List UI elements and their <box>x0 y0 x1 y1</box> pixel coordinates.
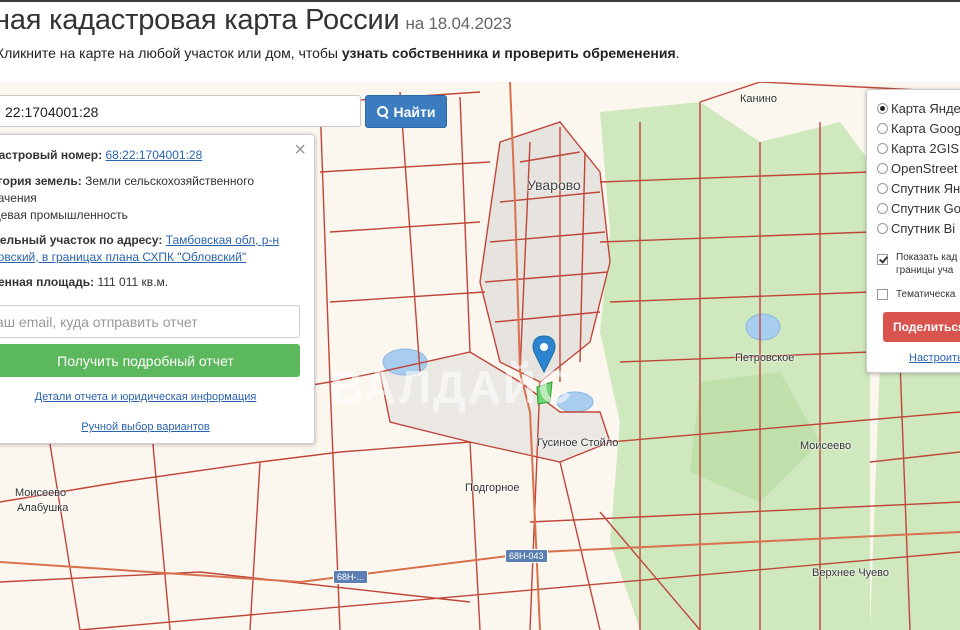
share-button[interactable]: Поделиться <box>883 312 960 342</box>
area-label: ченная площадь: <box>0 275 95 289</box>
place-petrovskoe: Петровское <box>735 352 795 364</box>
radio-icon <box>877 142 888 154</box>
subtitle-suffix: . <box>675 45 680 61</box>
page-title: ная кадастровая карта России на 18.04.202… <box>0 4 512 37</box>
subtitle-bold: узнать собственника и проверить обремене… <box>341 45 676 61</box>
layer-label: Карта 2GIS <box>891 140 960 156</box>
radio-icon <box>877 162 888 174</box>
place-alabushka: Алабушка <box>17 502 69 514</box>
layer-label: Карта Янде <box>891 100 960 116</box>
place-moiseevo-right: Моисеево <box>800 440 852 452</box>
show-borders-label: Показать кад границы уча <box>896 252 958 276</box>
place-moiseevo-left: Моисеево <box>15 487 67 499</box>
thematic-checkbox[interactable] <box>877 289 888 300</box>
layer-label: Спутник Bi <box>891 220 956 236</box>
radio-selected-icon <box>877 102 888 114</box>
address-row: мельный участок по адресу: Тамбовская об… <box>0 232 279 266</box>
parcel-info-panel: × дастровый номер: 68:22:1704001:28 егор… <box>0 134 315 444</box>
radio-icon <box>877 222 888 234</box>
category-value-3: щевая промышленность <box>0 208 128 222</box>
place-uvarovo: Уварово <box>527 177 581 193</box>
layer-label: Спутник Go <box>891 200 960 216</box>
report-details-link[interactable]: Детали отчета и юридическая информация <box>0 391 300 403</box>
radio-icon <box>877 182 888 194</box>
cadastral-number-row: дастровый номер: 68:22:1704001:28 <box>0 147 202 164</box>
layer-option-sat-bing[interactable]: Спутник Bi <box>877 219 955 237</box>
radio-icon <box>877 122 888 134</box>
find-button[interactable]: Найти <box>365 95 447 128</box>
page-subtitle: Кликните на карте на любой участок или д… <box>0 45 680 61</box>
category-label: егория земель: <box>0 174 82 188</box>
watermark: ВАЛДАЙС <box>330 361 574 413</box>
cadastral-number-link[interactable]: 68:22:1704001:28 <box>105 148 202 162</box>
subtitle-text: Кликните на карте на любой участок или д… <box>0 45 342 61</box>
road-badge-68n: 68Н-... <box>333 570 369 584</box>
get-report-button[interactable]: Получить подробный отчет <box>0 344 300 377</box>
manual-selection-link[interactable]: Ручной выбор вариантов <box>0 421 300 433</box>
layer-option-2gis[interactable]: Карта 2GIS <box>877 139 959 157</box>
thematic-label: Тематическа <box>896 289 956 300</box>
radio-icon <box>877 202 888 214</box>
category-value-2: начения <box>0 191 37 205</box>
layers-panel: Карта Янде Карта Goog Карта 2GIS OpenStr… <box>866 89 960 373</box>
configure-link[interactable]: Настроить <box>909 352 960 364</box>
layer-option-google[interactable]: Карта Goog <box>877 119 960 137</box>
address-link[interactable]: Тамбовская обл, р-н <box>166 233 279 247</box>
address-link-2[interactable]: ровский, в границах плана СХПК "Обловски… <box>0 250 246 264</box>
layer-option-yandex[interactable]: Карта Янде <box>877 99 960 117</box>
place-verhnee: Верхнее Чуево <box>812 567 889 579</box>
area-value: 111 011 кв.м. <box>97 275 169 289</box>
category-value: Земли сельскохозяйственного <box>85 174 255 188</box>
layer-option-sat-google[interactable]: Спутник Go <box>877 199 960 217</box>
land-category-row: егория земель: Земли сельскохозяйственно… <box>0 173 254 224</box>
email-field[interactable]: аш email, куда отправить отчет <box>0 305 300 338</box>
layer-label: Карта Goog <box>891 120 960 136</box>
road-badge-68n043: 68Н-043 <box>505 549 548 563</box>
layer-option-osm[interactable]: OpenStreet <box>877 159 958 177</box>
page-title-text: ная кадастровая карта России <box>0 4 400 36</box>
place-kanino: Канино <box>740 93 777 105</box>
page-title-date: на 18.04.2023 <box>405 14 512 33</box>
top-border <box>0 0 960 2</box>
show-borders-checkbox[interactable] <box>877 254 888 265</box>
layer-option-sat-yandex[interactable]: Спутник Ян <box>877 179 960 197</box>
layer-label: Спутник Ян <box>891 180 960 196</box>
place-gusinoe: Гусиное Стойло <box>537 437 619 449</box>
find-button-label: Найти <box>393 103 436 120</box>
search-icon <box>376 106 388 117</box>
place-podgornoe: Подгорное <box>465 482 520 494</box>
address-label: мельный участок по адресу: <box>0 233 163 247</box>
close-icon[interactable]: × <box>294 139 306 162</box>
area-row: ченная площадь: 111 011 кв.м. <box>0 274 168 291</box>
layer-label: OpenStreet <box>891 160 958 176</box>
cadastral-search-input[interactable]: 22:1704001:28 <box>0 95 361 127</box>
cadastral-label: дастровый номер: <box>0 148 103 162</box>
